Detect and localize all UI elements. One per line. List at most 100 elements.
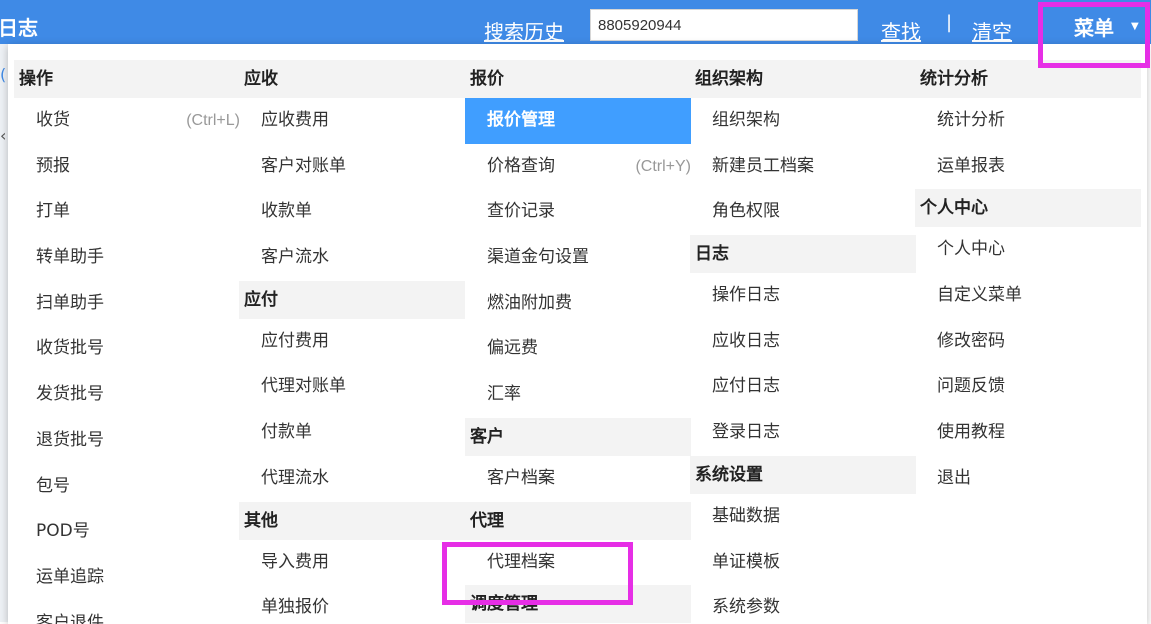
menu-item-label: 个人中心 (937, 239, 1005, 260)
search-input[interactable] (590, 9, 858, 41)
menu-item-label: 运单报表 (937, 155, 1005, 176)
menu-item[interactable]: 查价记录 (465, 189, 691, 235)
menu-item[interactable]: 报价管理 (465, 98, 691, 144)
menu-item-label: 代理档案 (487, 551, 555, 572)
menu-item[interactable]: 个人中心 (915, 227, 1141, 273)
menu-item-label: 基础数据 (712, 505, 780, 526)
menu-item-label: 退货批号 (36, 429, 104, 450)
menu-item-label: 渠道金句设置 (487, 247, 589, 268)
menu-item-label: 包号 (36, 475, 70, 496)
menu-item[interactable]: 使用教程 (915, 410, 1141, 456)
mega-menu: 操作 收货 (Ctrl+L) 预报 打单 转单助手 扫单助手 收货批号 发货批号 退货批号 包号 PO… (8, 44, 1147, 624)
menu-item[interactable]: 应付日志 (690, 364, 916, 410)
menu-item[interactable]: 偏远费 (465, 326, 691, 372)
menu-item[interactable]: 扫单助手 (14, 281, 240, 327)
menu-item[interactable]: 系统参数 (690, 585, 916, 624)
clear-link[interactable]: 清空 (972, 16, 1012, 45)
menu-item[interactable]: 基础数据 (690, 494, 916, 540)
menu-item[interactable]: 付款单 (239, 410, 465, 456)
menu-item[interactable]: 运单报表 (915, 144, 1141, 190)
find-link[interactable]: 查找 (881, 16, 921, 45)
menu-item[interactable]: 打单 (14, 189, 240, 235)
menu-item[interactable]: 单证模板 (690, 540, 916, 586)
menu-section-header: 其他 (239, 501, 465, 540)
menu-item-label: 偏远费 (487, 338, 538, 359)
menu-item[interactable]: 应收日志 (690, 319, 916, 365)
menu-item-label: 燃油附加费 (487, 292, 572, 313)
menu-item[interactable]: 操作日志 (690, 273, 916, 319)
menu-button[interactable]: 菜单 ▼ (1066, 10, 1148, 44)
menu-column-1: 操作 收货 (Ctrl+L) 预报 打单 转单助手 扫单助手 收货批号 发货批号 退货批号 包号 PO… (14, 60, 240, 624)
menu-item[interactable]: 收货批号 (14, 326, 240, 372)
menu-item[interactable]: 包号 (14, 464, 240, 510)
menu-item[interactable]: 登录日志 (690, 410, 916, 456)
menu-item-label: 导入费用 (261, 551, 329, 572)
menu-item[interactable]: 预报 (14, 144, 240, 190)
menu-item[interactable]: 客户档案 (465, 456, 691, 502)
menu-item-label: 新建员工档案 (712, 155, 814, 176)
menu-item-label: 客户对账单 (261, 155, 346, 176)
menu-item-label: 客户流水 (261, 247, 329, 268)
menu-item-label: 使用教程 (937, 422, 1005, 443)
menu-item-label: 收款单 (261, 201, 312, 222)
menu-item[interactable]: 退出 (915, 456, 1141, 502)
menu-item[interactable]: 新建员工档案 (690, 144, 916, 190)
menu-item-label: 单证模板 (712, 551, 780, 572)
menu-item[interactable]: 组织架构 (690, 98, 916, 144)
menu-item[interactable]: 退货批号 (14, 418, 240, 464)
menu-item[interactable]: 代理流水 (239, 456, 465, 502)
top-bar: 日志 搜索历史 查找 | 清空 菜单 ▼ (0, 0, 1151, 44)
menu-item[interactable]: 角色权限 (690, 189, 916, 235)
menu-item[interactable]: 单独报价 (239, 585, 465, 624)
menu-item[interactable]: 应收费用 (239, 98, 465, 144)
menu-item-label: 报价管理 (487, 110, 555, 130)
menu-item[interactable]: POD号 (14, 509, 240, 555)
menu-item-label: 付款单 (261, 422, 312, 443)
menu-item-label: 退出 (937, 467, 971, 488)
menu-item[interactable]: 客户退件 (14, 601, 240, 624)
menu-item-label: 组织架构 (712, 110, 780, 130)
menu-item[interactable]: 价格查询 (Ctrl+Y) (465, 144, 691, 190)
menu-item[interactable]: 代理档案 (465, 540, 691, 586)
menu-item[interactable]: 收货 (Ctrl+L) (14, 98, 240, 144)
menu-item-label: 收货 (36, 110, 70, 130)
menu-item[interactable]: 客户对账单 (239, 144, 465, 190)
menu-item-label: 价格查询 (487, 155, 555, 176)
menu-item-label: 操作日志 (712, 285, 780, 306)
menu-item[interactable]: 应付费用 (239, 319, 465, 365)
menu-item-label: 应付日志 (712, 376, 780, 397)
menu-section-header: 日志 (690, 235, 916, 274)
menu-item[interactable]: 渠道金句设置 (465, 235, 691, 281)
menu-item[interactable]: 代理对账单 (239, 364, 465, 410)
menu-item[interactable]: 运单追踪 (14, 555, 240, 601)
menu-item-label: 收货批号 (36, 338, 104, 359)
menu-item-label: 问题反馈 (937, 376, 1005, 397)
menu-item[interactable]: 导入费用 (239, 540, 465, 586)
menu-item-label: 打单 (36, 201, 70, 222)
menu-item-label: 自定义菜单 (937, 285, 1022, 306)
menu-item[interactable]: 自定义菜单 (915, 273, 1141, 319)
search-history-link[interactable]: 搜索历史 (484, 16, 564, 45)
menu-item-label: 扫单助手 (36, 292, 104, 313)
menu-item[interactable]: 收款单 (239, 189, 465, 235)
menu-item[interactable]: 客户流水 (239, 235, 465, 281)
menu-item[interactable]: 燃油附加费 (465, 281, 691, 327)
menu-item-label: 应收日志 (712, 330, 780, 351)
menu-section-header: 应收 (239, 60, 465, 98)
menu-section-header: 系统设置 (690, 455, 916, 494)
menu-item[interactable]: 汇率 (465, 372, 691, 418)
menu-section-header: 应付 (239, 280, 465, 319)
menu-item-label: 单独报价 (261, 597, 329, 618)
menu-item-label: 运单追踪 (36, 566, 104, 587)
menu-item[interactable]: 发货批号 (14, 372, 240, 418)
menu-item[interactable]: 问题反馈 (915, 364, 1141, 410)
menu-item-label: 转单助手 (36, 247, 104, 268)
menu-item-label: 系统参数 (712, 597, 780, 618)
menu-item[interactable]: 转单助手 (14, 235, 240, 281)
menu-item[interactable]: 统计分析 (915, 98, 1141, 144)
menu-item[interactable]: 修改密码 (915, 319, 1141, 365)
page-title: 日志 (0, 16, 38, 40)
menu-section-header: 组织架构 (690, 60, 916, 98)
menu-section-header: 个人中心 (915, 189, 1141, 228)
menu-item-label: 查价记录 (487, 201, 555, 222)
